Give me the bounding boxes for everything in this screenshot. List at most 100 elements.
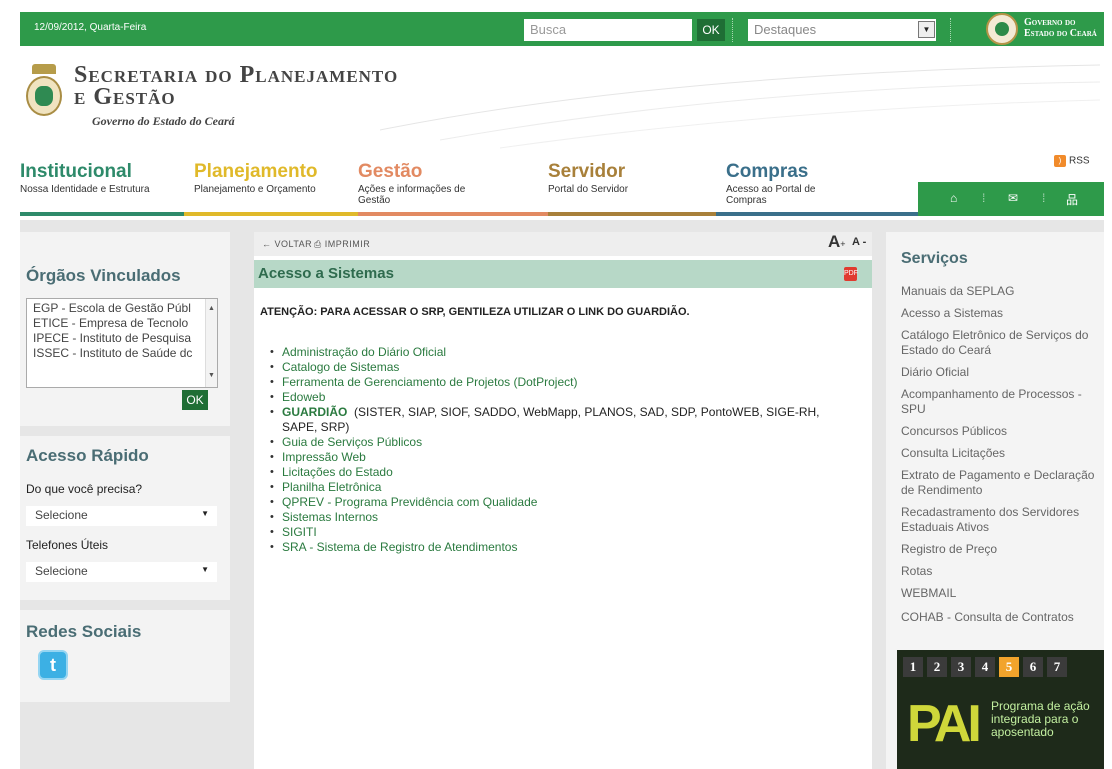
link-text[interactable]: Guia de Serviços Públicos (282, 435, 422, 449)
listbox-scrollbar[interactable]: ▲ ▼ (205, 299, 217, 387)
list-item[interactable]: Impressão Web (270, 450, 870, 465)
pai-logo: PAI (907, 695, 982, 753)
guardiao-systems-text: (SISTER, SIAP, SIOF, SADDO, WebMapp, PLA… (282, 405, 820, 434)
nav-institucional[interactable]: Institucional Nossa Identidade e Estrutu… (20, 162, 180, 217)
twitter-icon[interactable]: t (38, 650, 68, 680)
list-item[interactable]: Administração do Diário Oficial (270, 345, 870, 360)
nav-servidor[interactable]: Servidor Portal do Servidor (548, 162, 708, 217)
search-ok-button[interactable]: OK (697, 19, 725, 41)
need-label: Do que você precisa? (26, 482, 143, 496)
list-item[interactable]: QPREV - Programa Previdência com Qualida… (270, 495, 870, 510)
secretaria-seal-icon (24, 64, 64, 120)
promo-banner[interactable]: 1234567 PAI Programa de ação integrada p… (897, 650, 1104, 769)
promo-text: Programa de ação integrada para o aposen… (991, 699, 1090, 739)
home-icon[interactable]: ⌂ (950, 191, 957, 205)
destaques-select[interactable]: Destaques ▼ (748, 19, 936, 41)
nav-subtitle: Acesso ao Portal de Compras (726, 184, 816, 206)
font-decrease-button[interactable]: A - (852, 236, 866, 248)
service-link[interactable]: Acompanhamento de Processos - SPU (901, 387, 1101, 417)
printer-icon: ⎙ (314, 239, 325, 249)
service-link[interactable]: WEBMAIL (901, 586, 1101, 601)
link-text[interactable]: Catalogo de Sistemas (282, 360, 399, 374)
acesso-rapido-title: Acesso Rápido (26, 446, 149, 465)
nav-gestao[interactable]: Gestão Ações e informações de Gestão (358, 162, 518, 217)
link-text[interactable]: Licitações do Estado (282, 465, 393, 479)
list-item[interactable]: Guia de Serviços Públicos (270, 435, 870, 450)
back-link[interactable]: ← VOLTAR (262, 239, 312, 249)
list-item[interactable]: Edoweb (270, 390, 870, 405)
list-item[interactable]: SIGITI (270, 525, 870, 540)
service-link[interactable]: Manuais da SEPLAG (901, 284, 1101, 299)
list-item[interactable]: EGP - Escola de Gestão Públ (33, 301, 217, 316)
link-text[interactable]: SRA - Sistema de Registro de Atendimento… (282, 540, 517, 554)
service-link[interactable]: Extrato de Pagamento e Declaração de Ren… (901, 468, 1101, 498)
link-text[interactable]: Sistemas Internos (282, 510, 378, 524)
service-link[interactable]: COHAB - Consulta de Contratos (901, 610, 1101, 625)
need-select[interactable]: Selecione ▼ (26, 506, 217, 526)
list-item[interactable]: Planilha Eletrônica (270, 480, 870, 495)
list-item[interactable]: ISSEC - Instituto de Saúde dc (33, 346, 217, 361)
link-text[interactable]: GUARDIÃO (282, 405, 347, 419)
link-text[interactable]: Edoweb (282, 390, 325, 404)
sitemap-icon[interactable]: 品 (1066, 191, 1078, 208)
site-subtitle: Governo do Estado do Ceará (92, 114, 235, 128)
mail-icon[interactable]: ✉ (1008, 191, 1018, 205)
nav-title: Compras (726, 161, 809, 182)
phones-select[interactable]: Selecione ▼ (26, 562, 217, 582)
print-link[interactable]: ⎙ IMPRIMIR (314, 239, 370, 250)
nav-title: Planejamento (194, 161, 318, 182)
content-toolbar: ← VOLTAR ⎙ IMPRIMIR A+ A - (254, 232, 872, 256)
service-link[interactable]: Diário Oficial (901, 365, 1101, 380)
banner-page-button[interactable]: 2 (927, 657, 947, 677)
link-text[interactable]: Administração do Diário Oficial (282, 345, 446, 359)
nav-planejamento[interactable]: Planejamento Planejamento e Orçamento (194, 162, 354, 217)
gov-logo-text[interactable]: Governo do Estado do Ceará (1024, 17, 1097, 39)
list-item[interactable]: IPECE - Instituto de Pesquisa (33, 331, 217, 346)
list-item[interactable]: Sistemas Internos (270, 510, 870, 525)
service-link[interactable]: Concursos Públicos (901, 424, 1101, 439)
link-text[interactable]: SIGITI (282, 525, 317, 539)
gov-line-2: Estado do Ceará (1024, 28, 1097, 39)
rss-link[interactable]: ) RSS (1054, 155, 1090, 167)
banner-page-button[interactable]: 6 (1023, 657, 1043, 677)
link-text[interactable]: Planilha Eletrônica (282, 480, 381, 494)
plus-sign: + (840, 239, 846, 249)
redes-sociais-panel: Redes Sociais t (20, 610, 230, 702)
service-link[interactable]: Consulta Licitações (901, 446, 1101, 461)
service-link[interactable]: Rotas (901, 564, 1101, 579)
site-title[interactable]: Secretaria do Planejamento e Gestão (74, 63, 398, 109)
list-item[interactable]: ETICE - Empresa de Tecnolo (33, 316, 217, 331)
content-title-bar: Acesso a Sistemas PDF (254, 260, 872, 288)
list-item[interactable]: GUARDIÃO (SISTER, SIAP, SIOF, SADDO, Web… (270, 405, 870, 435)
orgaos-ok-button[interactable]: OK (182, 390, 208, 410)
banner-page-button[interactable]: 1 (903, 657, 923, 677)
pdf-icon[interactable]: PDF (844, 267, 858, 281)
nav-underline (548, 212, 716, 216)
list-item[interactable]: SRA - Sistema de Registro de Atendimento… (270, 540, 870, 555)
banner-page-button[interactable]: 3 (951, 657, 971, 677)
service-link[interactable]: Recadastramento dos Servidores Estaduais… (901, 505, 1101, 535)
list-item[interactable]: Licitações do Estado (270, 465, 870, 480)
nav-title: Institucional (20, 161, 132, 182)
orgaos-listbox[interactable]: EGP - Escola de Gestão Públ ETICE - Empr… (26, 298, 218, 388)
service-link[interactable]: Catálogo Eletrônico de Serviços do Estad… (901, 328, 1101, 358)
list-item[interactable]: Ferramenta de Gerenciamento de Projetos … (270, 375, 870, 390)
banner-page-button-active[interactable]: 5 (999, 657, 1019, 677)
service-link[interactable]: Acesso a Sistemas (901, 306, 1101, 321)
orgaos-panel: Órgãos Vinculados EGP - Escola de Gestão… (20, 232, 230, 426)
link-text[interactable]: Ferramenta de Gerenciamento de Projetos … (282, 375, 577, 389)
top-bar: 12/09/2012, Quarta-Feira Busca OK Destaq… (20, 12, 1104, 46)
nav-underline (20, 212, 184, 216)
nav-compras[interactable]: Compras Acesso ao Portal de Compras (726, 162, 876, 217)
font-increase-button[interactable]: A+ (828, 232, 846, 252)
link-text[interactable]: QPREV - Programa Previdência com Qualida… (282, 495, 537, 509)
service-link[interactable]: Registro de Preço (901, 542, 1101, 557)
banner-page-button[interactable]: 7 (1047, 657, 1067, 677)
nav-title: Servidor (548, 161, 626, 182)
list-item[interactable]: Catalogo de Sistemas (270, 360, 870, 375)
banner-page-button[interactable]: 4 (975, 657, 995, 677)
chevron-down-icon: ▼ (201, 509, 209, 518)
link-text[interactable]: Impressão Web (282, 450, 366, 464)
search-input[interactable]: Busca (524, 19, 692, 41)
rss-icon: ) (1054, 155, 1066, 167)
